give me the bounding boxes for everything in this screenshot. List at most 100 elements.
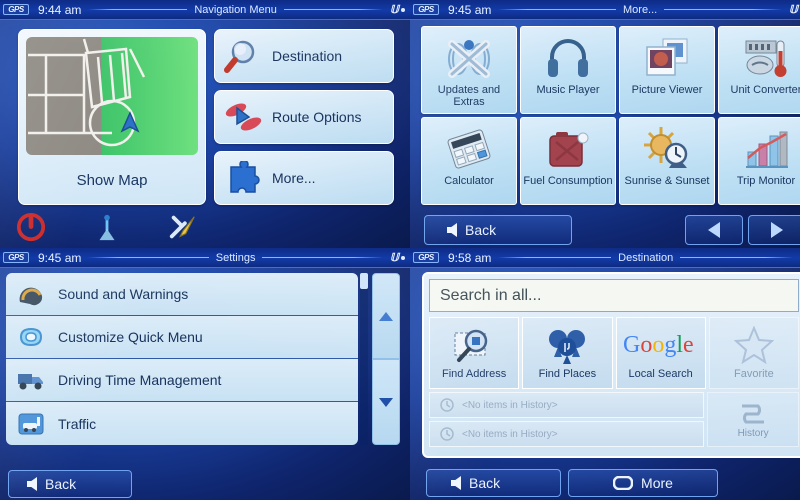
google-logo: Google bbox=[622, 322, 700, 368]
tile-updates-and-extras[interactable]: Updates and Extras bbox=[421, 26, 517, 114]
route-arrow-icon bbox=[225, 103, 262, 131]
clock: 9:45 am bbox=[448, 2, 492, 17]
history-item-icon bbox=[440, 427, 454, 441]
previous-page-button[interactable] bbox=[685, 215, 743, 245]
triangle-down-icon bbox=[379, 397, 393, 407]
tile-unit-converter[interactable]: Unit Converter bbox=[718, 26, 800, 114]
tile-sunrise-sunset[interactable]: Sunrise & Sunset bbox=[619, 117, 715, 205]
tile-label: Calculator bbox=[444, 175, 494, 187]
tile-label: Music Player bbox=[536, 84, 600, 96]
clock: 9:58 am bbox=[448, 250, 492, 265]
list-item[interactable]: Customize Quick Menu bbox=[6, 316, 358, 359]
puzzle-piece-icon bbox=[230, 161, 260, 193]
panel-destination: GPS 9:58 am Destination Search in all... bbox=[410, 248, 800, 500]
arrow-left-icon bbox=[27, 477, 37, 491]
route-options-button[interactable]: Route Options bbox=[214, 90, 394, 144]
address-magnifier-icon bbox=[452, 322, 496, 368]
history-label: <No items in History> bbox=[462, 399, 558, 411]
tile-local-search[interactable]: Google Local Search bbox=[615, 317, 706, 389]
header-rule-left bbox=[88, 257, 209, 258]
status-bar: GPS 9:45 am More... 𝕌 bbox=[410, 0, 800, 20]
device-screen: GPS 9:45 am Settings 𝕌 Sound and Warning… bbox=[0, 248, 410, 500]
scroll-down-button[interactable] bbox=[372, 359, 400, 445]
list-item-label: Driving Time Management bbox=[58, 372, 222, 388]
tile-label: Find Address bbox=[442, 368, 507, 380]
tile-find-address[interactable]: Find Address bbox=[429, 317, 520, 389]
show-map-button[interactable]: Show Map bbox=[18, 29, 206, 205]
updates-extras-icon bbox=[445, 32, 493, 84]
bottom-tray bbox=[0, 206, 410, 248]
page-title: Destination bbox=[618, 251, 674, 264]
battery-dot-icon bbox=[401, 7, 405, 12]
history-section: <No items in History> <No items in Histo… bbox=[429, 392, 799, 447]
arrow-left-icon bbox=[447, 223, 457, 237]
brand-logo: GPS bbox=[413, 4, 439, 15]
thermometer-icon bbox=[742, 32, 790, 84]
rounded-square-icon bbox=[613, 476, 634, 490]
device-screen: GPS 9:44 am Navigation Menu 𝕌 Show Map D… bbox=[0, 0, 410, 248]
tile-music-player[interactable]: Music Player bbox=[520, 26, 616, 114]
battery-dot-icon bbox=[401, 255, 405, 260]
search-input[interactable]: Search in all... bbox=[429, 279, 799, 312]
power-icon[interactable] bbox=[16, 212, 46, 242]
triangle-up-icon bbox=[379, 311, 393, 321]
chevron-left-icon bbox=[708, 222, 720, 238]
photos-icon bbox=[643, 32, 691, 84]
header-rule-right bbox=[664, 9, 782, 10]
jerrycan-icon bbox=[544, 123, 592, 175]
tile-picture-viewer[interactable]: Picture Viewer bbox=[619, 26, 715, 114]
scrollbar-track[interactable] bbox=[360, 273, 368, 445]
magnifier-icon bbox=[224, 40, 255, 73]
scroll-up-button[interactable] bbox=[372, 273, 400, 359]
more-button[interactable]: More... bbox=[214, 151, 394, 205]
tile-find-places[interactable]: Find Places bbox=[522, 317, 613, 389]
tile-fuel-consumption[interactable]: Fuel Consumption bbox=[520, 117, 616, 205]
back-button[interactable]: Back bbox=[426, 469, 561, 497]
list-item[interactable]: Driving Time Management bbox=[6, 359, 358, 402]
device-screen: GPS 9:45 am More... 𝕌 Updates and Extras… bbox=[410, 0, 800, 248]
list-item[interactable]: <No items in History> bbox=[429, 421, 705, 447]
header-rule-right bbox=[283, 9, 383, 10]
destination-button[interactable]: Destination bbox=[214, 29, 394, 83]
device-screen: GPS 9:58 am Destination Search in all... bbox=[410, 248, 800, 500]
header-rule-left bbox=[498, 257, 612, 258]
panel-settings: GPS 9:45 am Settings 𝕌 Sound and Warning… bbox=[0, 248, 410, 500]
tile-history[interactable]: History bbox=[707, 392, 799, 447]
status-bar: GPS 9:45 am Settings 𝕌 bbox=[0, 248, 410, 268]
status-bar: GPS 9:44 am Navigation Menu 𝕌 bbox=[0, 0, 410, 20]
tile-label: Unit Converter bbox=[730, 84, 800, 96]
list-item[interactable]: Sound and Warnings bbox=[6, 273, 358, 316]
satellite-icon: 𝕌 bbox=[389, 4, 399, 16]
page-title: Navigation Menu bbox=[194, 3, 277, 16]
gps-antenna-icon[interactable] bbox=[92, 212, 122, 242]
tile-label: Updates and Extras bbox=[437, 84, 501, 108]
list-item-label: Sound and Warnings bbox=[58, 286, 189, 302]
sun-clock-icon bbox=[643, 123, 691, 175]
tile-label: Trip Monitor bbox=[736, 175, 796, 187]
traffic-icon bbox=[16, 410, 46, 438]
tile-trip-monitor[interactable]: Trip Monitor bbox=[718, 117, 800, 205]
list-item-label: Customize Quick Menu bbox=[58, 329, 203, 345]
tile-favorite[interactable]: Favorite bbox=[708, 317, 799, 389]
scrollbar-thumb[interactable] bbox=[360, 273, 368, 289]
list-item[interactable]: <No items in History> bbox=[429, 392, 705, 418]
more-button[interactable]: More bbox=[568, 469, 718, 497]
header-rule-right bbox=[680, 257, 793, 258]
clock: 9:44 am bbox=[38, 2, 82, 17]
page-title: Settings bbox=[215, 251, 256, 264]
headset-icon bbox=[16, 280, 46, 308]
back-label: Back bbox=[45, 476, 77, 492]
tools-icon[interactable] bbox=[168, 212, 198, 242]
back-button[interactable]: Back bbox=[8, 470, 132, 498]
next-page-button[interactable] bbox=[748, 215, 800, 245]
history-label: <No items in History> bbox=[462, 428, 558, 440]
back-button[interactable]: Back bbox=[424, 215, 572, 245]
satellite-icon: 𝕌 bbox=[389, 252, 399, 264]
list-item[interactable]: Traffic bbox=[6, 402, 358, 445]
scroll-buttons bbox=[372, 273, 400, 445]
tile-calculator[interactable]: Calculator bbox=[421, 117, 517, 205]
calculator-icon bbox=[445, 123, 493, 175]
back-label: Back bbox=[465, 222, 497, 238]
destination-card: Search in all... Find Address Find Place… bbox=[422, 272, 800, 458]
tile-label: Fuel Consumption bbox=[523, 175, 613, 187]
